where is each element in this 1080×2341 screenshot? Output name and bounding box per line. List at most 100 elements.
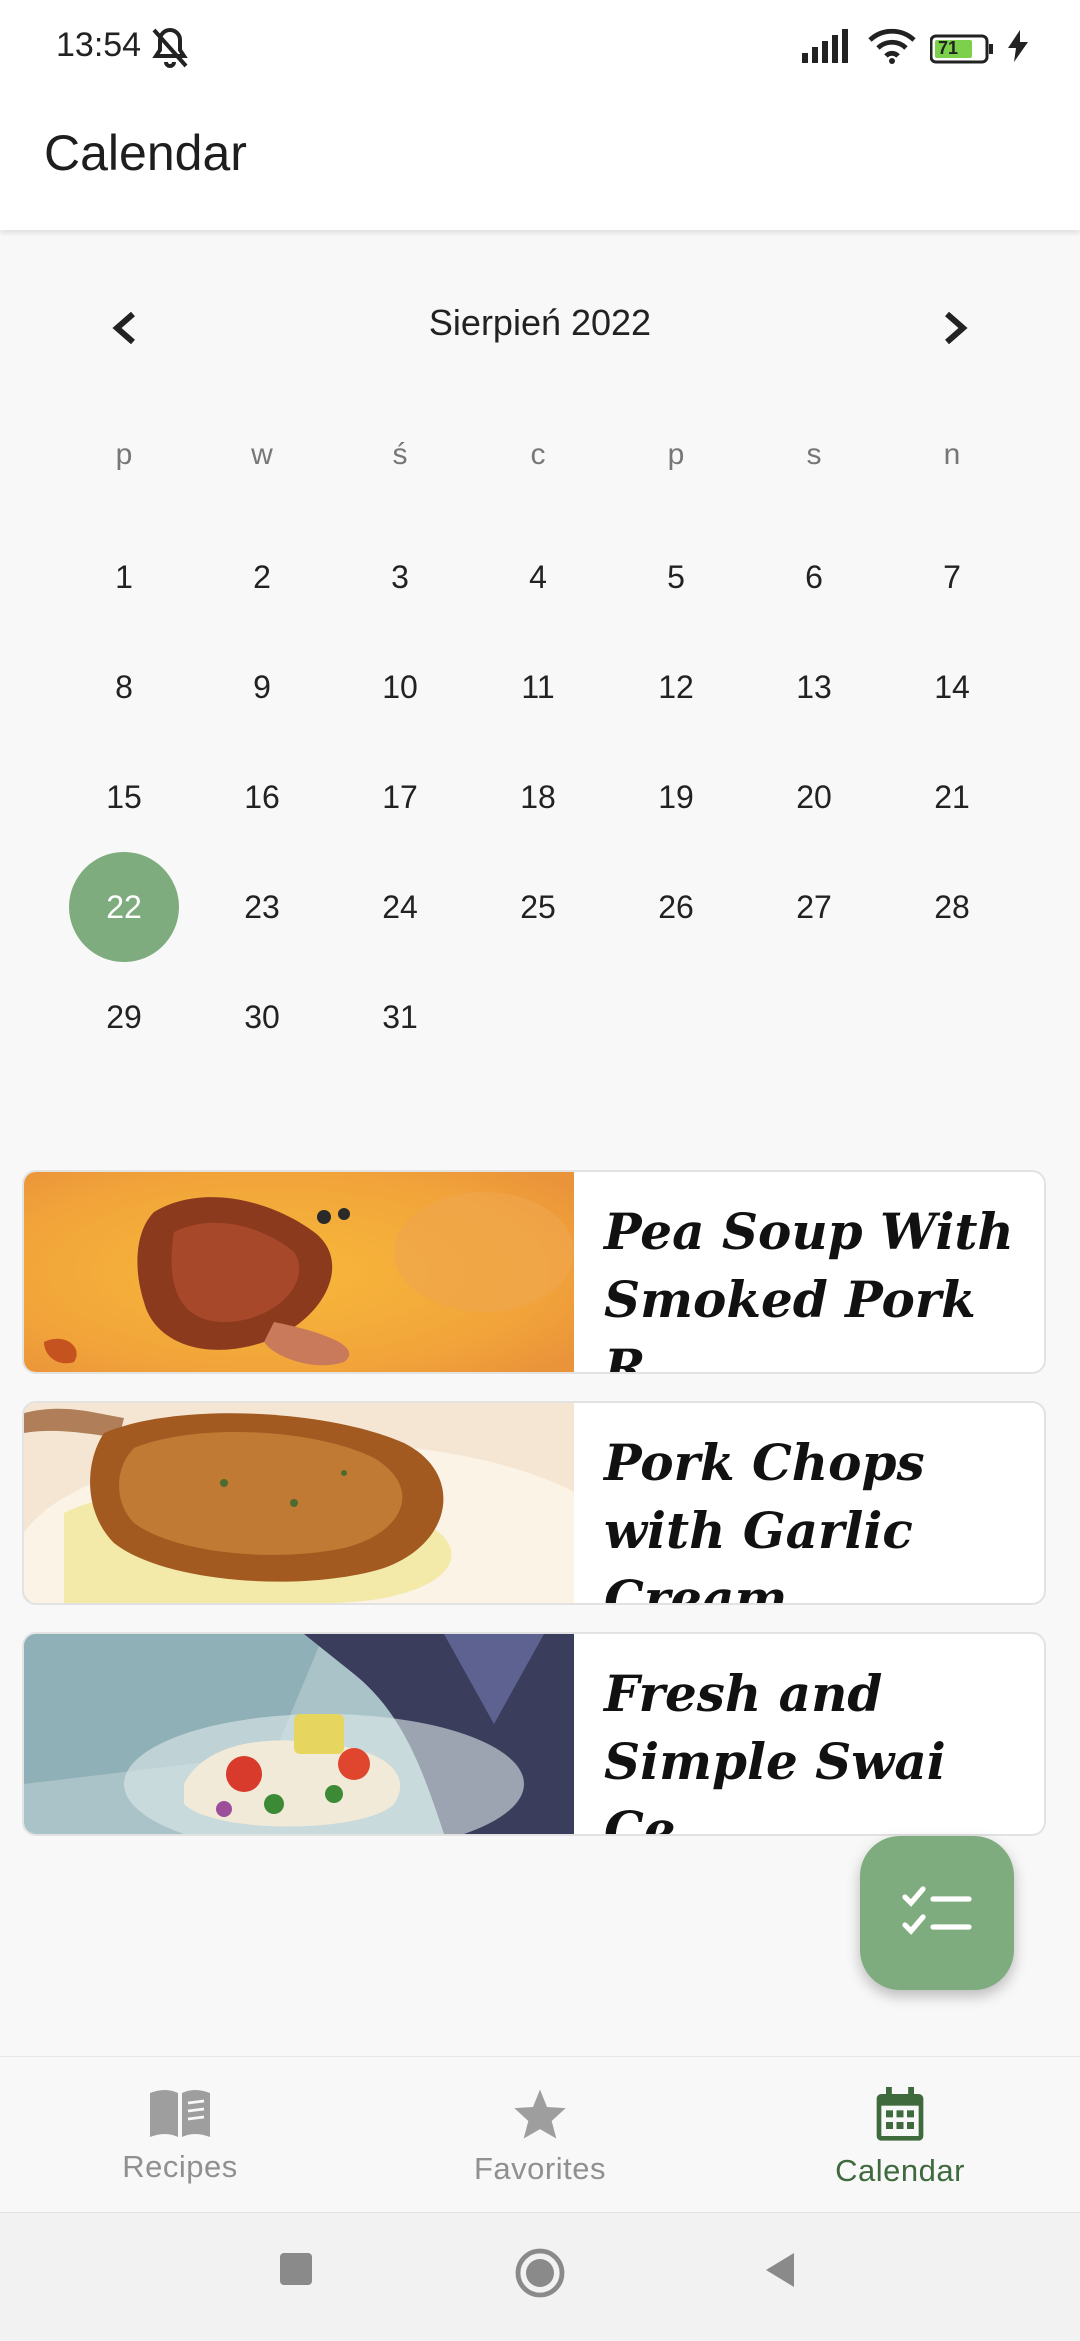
recents-button[interactable] [278, 2251, 314, 2292]
day-number: 24 [382, 888, 418, 925]
day-number: 29 [106, 998, 142, 1035]
day-number: 31 [382, 998, 418, 1035]
book-icon [150, 2090, 210, 2137]
calendar-day[interactable]: 27 [745, 852, 883, 962]
calendar-day[interactable]: 17 [331, 742, 469, 852]
weekday-label: s [806, 438, 822, 471]
nav-item-recipes[interactable]: Recipes [0, 2057, 360, 2213]
calendar-day[interactable]: 21 [883, 742, 1021, 852]
calendar-day[interactable]: 6 [745, 522, 883, 632]
calendar-day[interactable]: 16 [193, 742, 331, 852]
calendar-day[interactable]: 4 [469, 522, 607, 632]
day-number: 2 [253, 558, 271, 595]
recipe-image [24, 1403, 574, 1603]
weekday-label: c [530, 438, 546, 471]
day-number: 27 [796, 888, 832, 925]
weekday-header: p w ś c p s n [55, 430, 1021, 480]
calendar-icon [876, 2087, 924, 2141]
calendar-days: 1 2 3 4 5 6 7 8 9 10 11 12 13 14 15 16 1… [55, 522, 1021, 1072]
weekday-label: w [251, 438, 273, 471]
calendar-day[interactable]: 13 [745, 632, 883, 742]
calendar-day[interactable]: 14 [883, 632, 1021, 742]
nav-label: Calendar [835, 2153, 965, 2188]
calendar-day[interactable]: 12 [607, 632, 745, 742]
calendar-day[interactable]: 19 [607, 742, 745, 852]
home-circle-icon [515, 2248, 565, 2298]
calendar-day[interactable]: 11 [469, 632, 607, 742]
system-navigation-bar [0, 2212, 1080, 2341]
calendar-day[interactable]: 20 [745, 742, 883, 852]
back-button[interactable] [762, 2251, 798, 2294]
calendar-day[interactable]: 25 [469, 852, 607, 962]
calendar-day[interactable]: 15 [55, 742, 193, 852]
day-number: 14 [934, 668, 970, 705]
calendar-day[interactable]: 2 [193, 522, 331, 632]
calendar-day[interactable]: 18 [469, 742, 607, 852]
day-number: 8 [115, 668, 133, 705]
day-number: 28 [934, 888, 970, 925]
day-number: 5 [667, 558, 685, 595]
recipe-title: Pork Chops with Garlic Cream [604, 1433, 925, 1603]
day-number: 22 [69, 852, 179, 962]
day-number: 1 [115, 558, 133, 595]
calendar-day[interactable]: 31 [331, 962, 469, 1072]
calendar-day[interactable]: 5 [607, 522, 745, 632]
day-number: 11 [521, 668, 555, 705]
day-number: 13 [796, 668, 832, 705]
calendar-day[interactable]: 10 [331, 632, 469, 742]
calendar-day[interactable]: 26 [607, 852, 745, 962]
calendar-day[interactable]: 1 [55, 522, 193, 632]
wifi-icon [868, 28, 916, 69]
recipe-image [24, 1172, 574, 1372]
weekday-label: p [115, 438, 133, 471]
day-number: 23 [244, 888, 280, 925]
calendar-day[interactable]: 9 [193, 632, 331, 742]
chevron-right-icon [945, 311, 968, 345]
day-number: 6 [805, 558, 823, 595]
back-triangle-icon [766, 2253, 794, 2287]
day-number: 18 [520, 778, 556, 815]
calendar-day[interactable]: 23 [193, 852, 331, 962]
calendar-day[interactable]: 3 [331, 522, 469, 632]
page-title: Calendar [44, 125, 247, 181]
calendar-day[interactable]: 30 [193, 962, 331, 1072]
day-number: 21 [934, 778, 970, 815]
day-number: 17 [382, 778, 418, 815]
day-number: 3 [391, 558, 409, 595]
nav-item-calendar[interactable]: Calendar [720, 2057, 1080, 2213]
mute-icon [146, 24, 194, 77]
calendar: Sierpień 2022 p w ś c p s n 1 2 3 4 5 6 … [0, 230, 1080, 1110]
day-number: 26 [658, 888, 694, 925]
charging-icon [1008, 30, 1028, 67]
bottom-navigation: Recipes Favorites Calendar [0, 2056, 1080, 2213]
day-number: 12 [658, 668, 694, 705]
calendar-day[interactable]: 29 [55, 962, 193, 1072]
nav-label: Favorites [474, 2151, 606, 2186]
day-number: 7 [943, 558, 961, 595]
home-button[interactable] [514, 2247, 566, 2304]
square-icon [280, 2253, 312, 2285]
checklist-fab-button[interactable] [860, 1836, 1014, 1990]
day-number: 20 [796, 778, 832, 815]
status-bar: 13:54 71 [0, 0, 1080, 96]
recipe-card[interactable]: Fresh and Simple Swai Ce... [22, 1632, 1046, 1836]
day-number: 9 [253, 668, 271, 705]
calendar-day[interactable]: 28 [883, 852, 1021, 962]
day-number: 15 [106, 778, 142, 815]
recipe-card[interactable]: Pork Chops with Garlic Cream [22, 1401, 1046, 1605]
recipe-title: Fresh and Simple Swai Ce... [604, 1664, 946, 1834]
battery-level: 71 [938, 37, 959, 58]
day-number: 25 [520, 888, 556, 925]
day-number: 16 [244, 778, 280, 815]
calendar-day[interactable]: 7 [883, 522, 1021, 632]
nav-item-favorites[interactable]: Favorites [360, 2057, 720, 2213]
recipe-card[interactable]: Pea Soup With Smoked Pork R... [22, 1170, 1046, 1374]
weekday-label: n [943, 438, 961, 471]
next-month-button[interactable] [920, 292, 992, 364]
recipe-image [24, 1634, 574, 1834]
calendar-day[interactable]: 8 [55, 632, 193, 742]
signal-icon [802, 29, 854, 68]
calendar-day-selected[interactable]: 22 [55, 852, 193, 962]
calendar-day[interactable]: 24 [331, 852, 469, 962]
app-bar: Calendar [0, 96, 1080, 230]
